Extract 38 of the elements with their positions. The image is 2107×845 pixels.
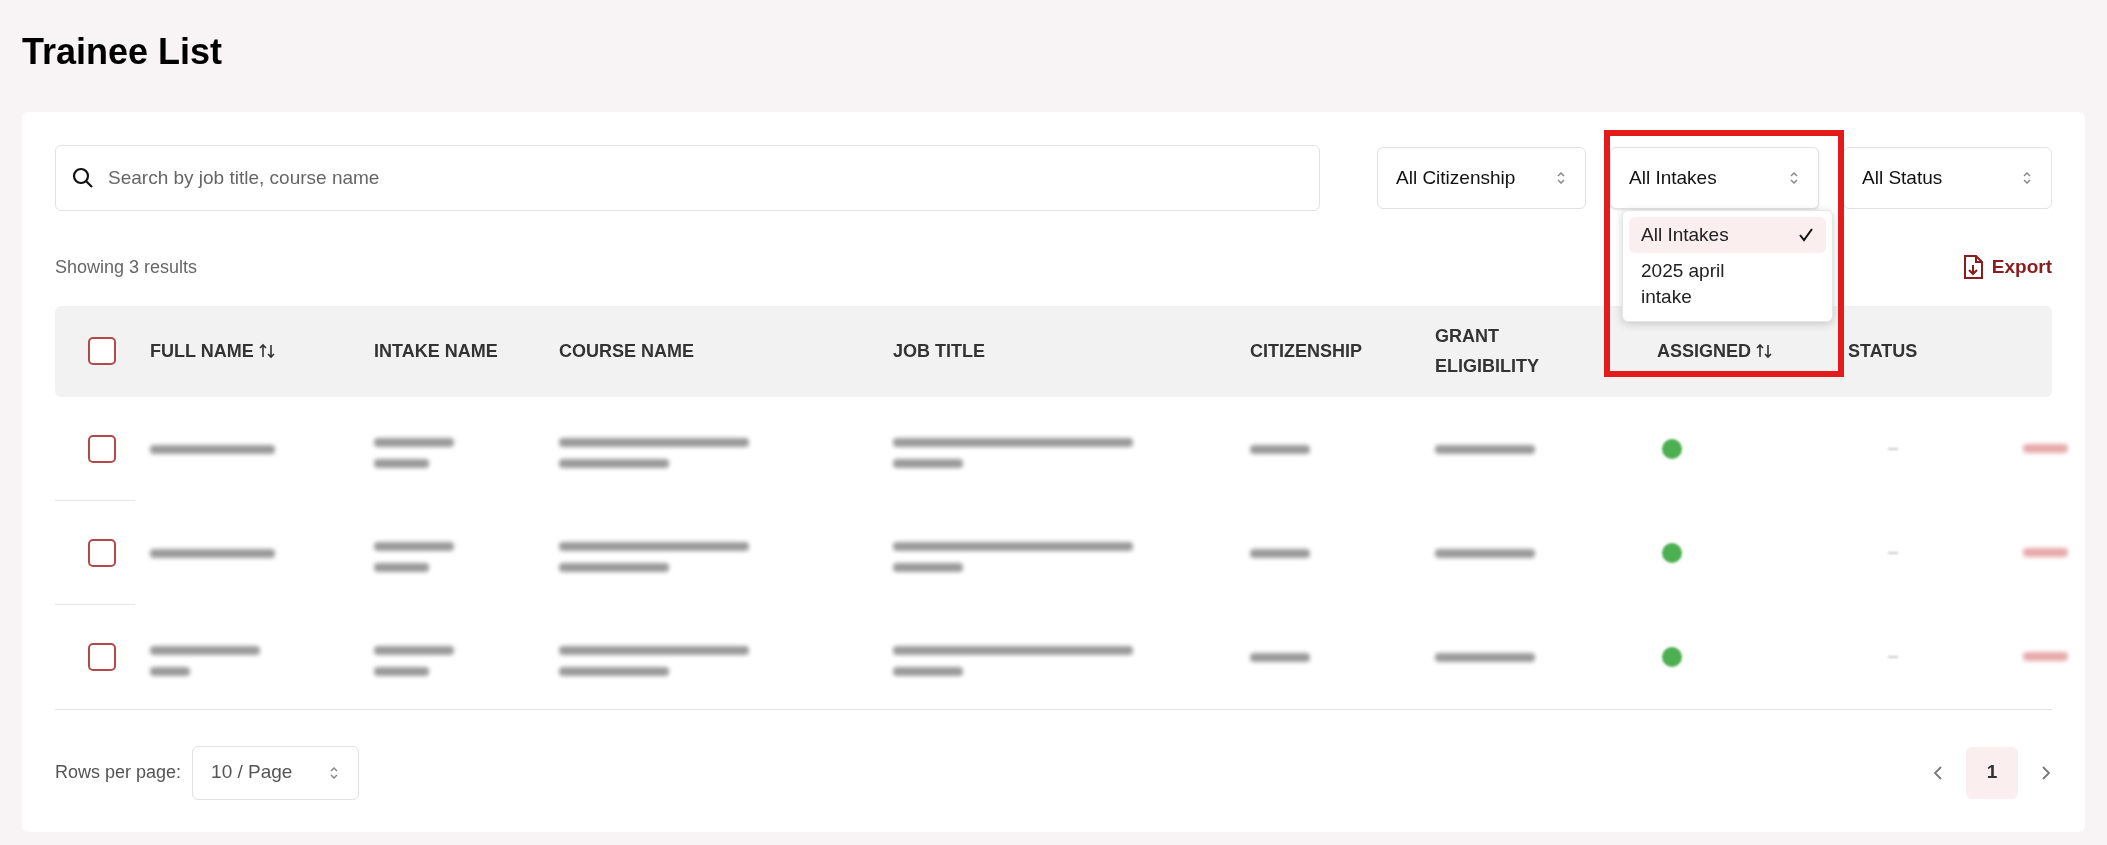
column-header: ASSIGNED xyxy=(1657,340,1752,363)
column-header: CITIZENSHIP xyxy=(1250,340,1362,363)
rows-per-page-label: Rows per page: xyxy=(55,761,182,784)
checkbox[interactable] xyxy=(88,538,116,567)
checkbox[interactable] xyxy=(88,434,116,463)
column-header: JOB TITLE xyxy=(893,340,985,363)
checkbox[interactable] xyxy=(88,642,116,671)
filter-dropdown[interactable]: All Intakes xyxy=(1610,147,1819,209)
column-header: COURSE NAME xyxy=(559,340,694,363)
filter-dropdown[interactable]: All Citizenship xyxy=(1377,147,1586,209)
result-count: Showing 3 results xyxy=(55,255,198,279)
menu-item[interactable]: 2025 april intake xyxy=(1629,253,1826,315)
checkbox[interactable] xyxy=(88,337,116,365)
page-title: Trainee List xyxy=(21,30,224,74)
sort-icon[interactable] xyxy=(257,342,276,360)
export-button[interactable]: Export xyxy=(1961,253,2052,282)
column-header: FULL NAME xyxy=(150,340,254,363)
page-button[interactable]: 1 xyxy=(1966,746,2018,799)
page-size-dropdown[interactable]: 10 / Page xyxy=(192,745,360,800)
chevron-updown-icon xyxy=(1555,170,1567,186)
sort-icon[interactable] xyxy=(1755,342,1774,360)
column-header: GRANT ELIGIBILITY xyxy=(1435,325,1540,378)
chevron-updown-icon xyxy=(328,764,341,781)
search-field[interactable]: Search by job title, course name xyxy=(55,145,1320,211)
search-icon xyxy=(71,166,95,190)
filter-dropdown[interactable]: All Status xyxy=(1843,147,2052,209)
column-header: STATUS xyxy=(1848,340,1918,363)
menu-item[interactable]: All Intakes xyxy=(1629,217,1826,253)
column-header: INTAKE NAME xyxy=(374,340,498,363)
blurred-text xyxy=(1250,444,1310,454)
chevron-right-icon[interactable] xyxy=(2040,763,2052,782)
blurred-text xyxy=(1250,548,1310,558)
check-icon xyxy=(1798,227,1814,243)
blurred-text xyxy=(1250,652,1310,662)
file-download-icon xyxy=(1961,254,1984,281)
chevron-updown-icon xyxy=(2021,170,2033,186)
chevron-left-icon[interactable] xyxy=(1932,763,1944,782)
chevron-updown-icon xyxy=(1788,170,1800,186)
